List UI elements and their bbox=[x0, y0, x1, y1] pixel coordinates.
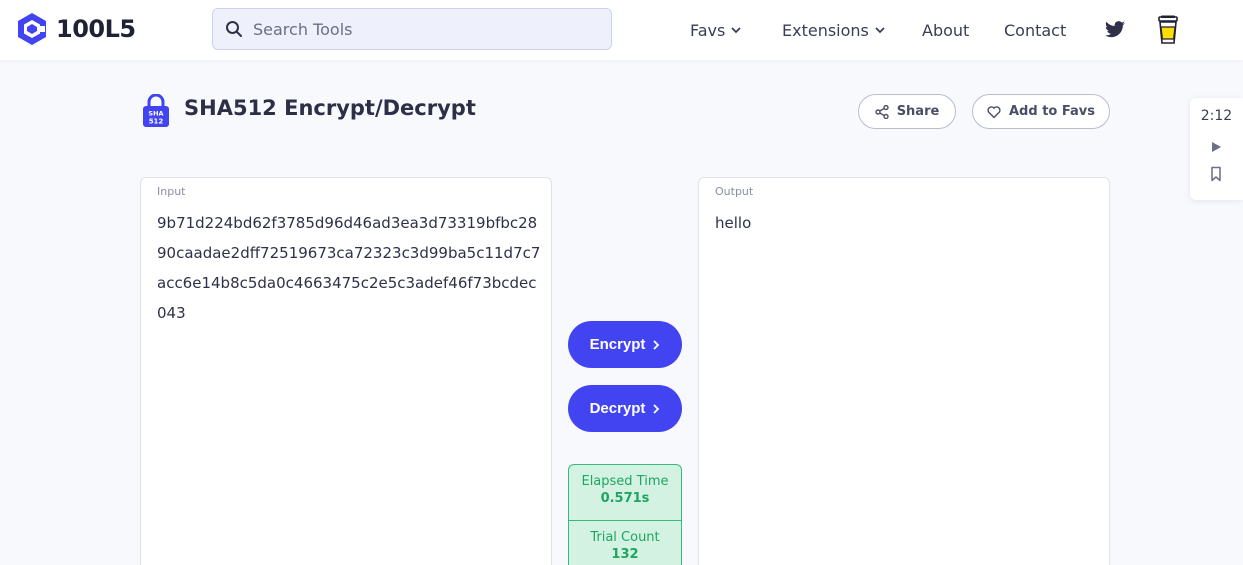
lock-icon: SHA 512 bbox=[143, 94, 169, 127]
brand-logo[interactable]: 100L5 bbox=[16, 12, 136, 46]
chevron-right-icon bbox=[653, 403, 660, 414]
search-icon bbox=[226, 21, 242, 37]
chevron-down-icon bbox=[731, 27, 741, 34]
side-widget: 2:12 bbox=[1190, 98, 1243, 200]
brand-name: 100L5 bbox=[56, 15, 136, 43]
bookmark-icon[interactable] bbox=[1209, 166, 1223, 182]
nav-about-label: About bbox=[922, 20, 970, 40]
nav-extensions-label: Extensions bbox=[782, 20, 869, 40]
share-label: Share bbox=[896, 104, 940, 119]
output-label: Output bbox=[715, 185, 754, 198]
share-icon bbox=[874, 104, 889, 119]
nav-favs-label: Favs bbox=[690, 20, 726, 40]
play-icon[interactable] bbox=[1210, 140, 1222, 154]
logo-hexagon-icon bbox=[18, 13, 46, 45]
input-panel[interactable]: Input 9b71d224bd62f3785d96d46ad3ea3d7331… bbox=[140, 177, 552, 565]
input-label: Input bbox=[157, 185, 186, 198]
chevron-down-icon bbox=[875, 27, 885, 34]
decrypt-label: Decrypt bbox=[589, 400, 646, 417]
decrypt-button[interactable]: Decrypt bbox=[568, 385, 682, 432]
trial-count-box: Trial Count 132 bbox=[568, 520, 682, 565]
page-title: SHA512 Encrypt/Decrypt bbox=[184, 96, 476, 120]
side-time: 2:12 bbox=[1200, 108, 1233, 124]
nav-extensions[interactable]: Extensions bbox=[782, 0, 885, 60]
nav-contact-label: Contact bbox=[1004, 20, 1067, 40]
search-input[interactable] bbox=[253, 19, 593, 39]
twitter-icon bbox=[1105, 21, 1125, 38]
chevron-right-icon bbox=[653, 339, 660, 350]
encrypt-button[interactable]: Encrypt bbox=[568, 321, 682, 368]
buy-coffee-link[interactable] bbox=[1156, 0, 1180, 60]
svg-text:512: 512 bbox=[149, 118, 164, 126]
svg-text:SHA: SHA bbox=[148, 110, 163, 118]
top-header: 100L5 Favs Extensions About Contact bbox=[0, 0, 1243, 60]
output-panel[interactable]: Output hello bbox=[698, 177, 1110, 565]
elapsed-time-label: Elapsed Time bbox=[581, 474, 669, 489]
add-to-favs-label: Add to Favs bbox=[1009, 104, 1095, 119]
search-bar[interactable] bbox=[212, 8, 612, 50]
nav-favs[interactable]: Favs bbox=[690, 0, 741, 60]
heart-icon bbox=[987, 105, 1001, 118]
coffee-cup-icon bbox=[1158, 15, 1178, 44]
encrypt-label: Encrypt bbox=[589, 336, 646, 353]
nav-about[interactable]: About bbox=[922, 0, 969, 60]
twitter-link[interactable] bbox=[1104, 0, 1126, 60]
elapsed-time-value: 0.571s bbox=[600, 491, 650, 506]
add-to-favs-button[interactable]: Add to Favs bbox=[972, 94, 1110, 129]
trial-count-label: Trial Count bbox=[590, 530, 660, 545]
elapsed-time-box: Elapsed Time 0.571s bbox=[568, 464, 682, 521]
input-textarea[interactable]: 9b71d224bd62f3785d96d46ad3ea3d73319bfbc2… bbox=[157, 208, 541, 328]
output-textarea[interactable]: hello bbox=[715, 208, 1099, 238]
share-button[interactable]: Share bbox=[858, 94, 956, 129]
nav-contact[interactable]: Contact bbox=[1004, 0, 1066, 60]
trial-count-value: 132 bbox=[611, 547, 639, 562]
